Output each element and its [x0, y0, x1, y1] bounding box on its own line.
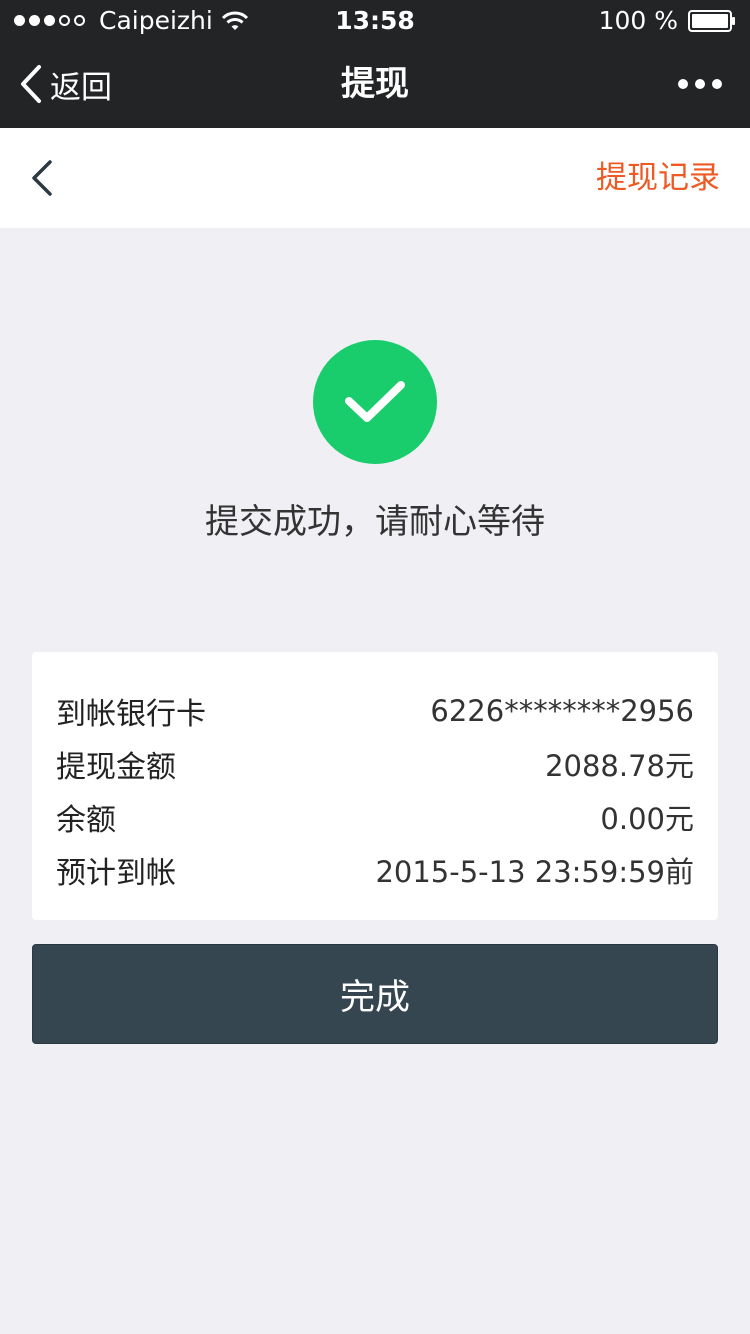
- withdraw-record-link[interactable]: 提现记录: [596, 158, 720, 198]
- success-message: 提交成功，请耐心等待: [205, 502, 545, 542]
- check-circle-icon: [313, 340, 437, 464]
- withdraw-details-card: 到帐银行卡 6226********2956 提现金额 2088.78元 余额 …: [32, 652, 718, 920]
- detail-row-amount: 提现金额 2088.78元: [56, 737, 694, 790]
- detail-row-bank-card: 到帐银行卡 6226********2956: [56, 684, 694, 737]
- detail-value: 2015-5-13 23:59:59前: [375, 854, 694, 889]
- detail-value: 2088.78元: [545, 748, 694, 783]
- battery-percentage: 100 %: [598, 5, 678, 35]
- sub-header: 提现记录: [0, 128, 750, 228]
- detail-row-expected-arrival: 预计到帐 2015-5-13 23:59:59前: [56, 843, 694, 896]
- detail-label: 提现金额: [56, 749, 176, 785]
- status-right: 100 %: [598, 5, 736, 35]
- detail-label: 到帐银行卡: [56, 696, 206, 732]
- page-title: 提现: [341, 64, 409, 104]
- battery-icon: [688, 9, 736, 32]
- detail-value: 6226********2956: [430, 693, 694, 728]
- more-dot: [695, 79, 705, 89]
- done-button[interactable]: 完成: [32, 944, 718, 1044]
- detail-label: 余额: [56, 802, 116, 838]
- more-dot: [712, 79, 722, 89]
- more-dot: [678, 79, 688, 89]
- detail-label: 预计到帐: [56, 855, 176, 891]
- nav-bar: 返回 提现: [0, 40, 750, 128]
- more-options-icon[interactable]: [678, 70, 722, 98]
- detail-value: 0.00元: [600, 801, 694, 836]
- status-bar: Caipeizhi 13:58 100 %: [0, 0, 750, 40]
- back-arrow-icon[interactable]: [28, 158, 56, 198]
- detail-row-balance: 余额 0.00元: [56, 790, 694, 843]
